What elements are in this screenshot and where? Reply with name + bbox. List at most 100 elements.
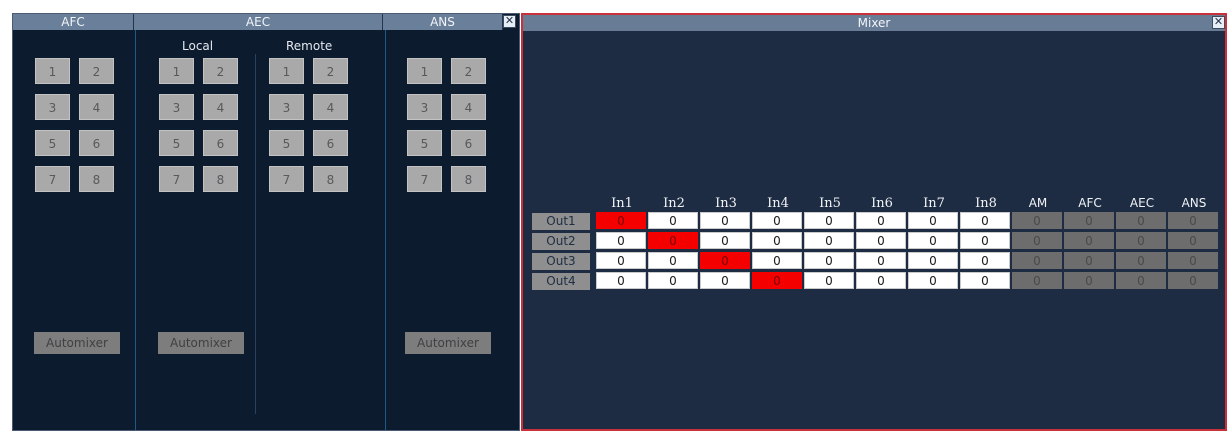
mixer-cell[interactable]: 0 [596, 232, 646, 249]
channel-button[interactable]: 6 [451, 130, 486, 156]
mixer-cell[interactable]: 0 [960, 272, 1010, 289]
column-header: In2 [663, 196, 685, 211]
channel-button[interactable]: 5 [269, 130, 304, 156]
mixer-cell[interactable]: 0 [700, 272, 750, 289]
mixer-cell[interactable]: 0 [856, 212, 906, 229]
mixer-cell[interactable]: 0 [648, 212, 698, 229]
mixer-cell: 0 [1012, 252, 1062, 269]
mixer-cell[interactable]: 0 [700, 252, 750, 269]
mixer-cell[interactable]: 0 [856, 272, 906, 289]
channel-button[interactable]: 4 [451, 94, 486, 120]
close-icon[interactable]: ✕ [1212, 16, 1225, 29]
channel-button[interactable]: 6 [203, 130, 238, 156]
aec-header: AEC [134, 14, 383, 30]
channel-button[interactable]: 3 [35, 94, 70, 120]
column-header: In8 [975, 196, 997, 211]
mixer-cell: 0 [1012, 232, 1062, 249]
row-label[interactable]: Out1 [532, 213, 590, 230]
mixer-cell: 0 [1064, 232, 1114, 249]
processing-panel: AFC AEC ANS ✕ Local Remote 12345678 1234… [12, 13, 520, 431]
afc-automixer-button[interactable]: Automixer [34, 332, 120, 354]
channel-button[interactable]: 7 [269, 166, 304, 192]
mixer-cell[interactable]: 0 [908, 252, 958, 269]
mixer-cell[interactable]: 0 [752, 232, 802, 249]
channel-button[interactable]: 3 [159, 94, 194, 120]
mixer-cell[interactable]: 0 [804, 212, 854, 229]
mixer-cell[interactable]: 0 [648, 252, 698, 269]
channel-button[interactable]: 4 [313, 94, 348, 120]
channel-button[interactable]: 7 [159, 166, 194, 192]
column-header: In7 [923, 196, 945, 211]
mixer-cell[interactable]: 0 [752, 252, 802, 269]
aec-automixer-button[interactable]: Automixer [158, 332, 244, 354]
aec-local-label: Local [182, 39, 214, 53]
mixer-cell: 0 [1064, 272, 1114, 289]
mixer-cell[interactable]: 0 [804, 252, 854, 269]
mixer-cell[interactable]: 0 [804, 232, 854, 249]
mixer-cell[interactable]: 0 [596, 212, 646, 229]
mixer-cell[interactable]: 0 [856, 252, 906, 269]
mixer-cell[interactable]: 0 [960, 232, 1010, 249]
mixer-cell[interactable]: 0 [856, 232, 906, 249]
mixer-cell: 0 [1116, 272, 1166, 289]
row-label[interactable]: Out2 [532, 233, 590, 250]
channel-button[interactable]: 8 [79, 166, 114, 192]
channel-button[interactable]: 5 [159, 130, 194, 156]
channel-button[interactable]: 6 [313, 130, 348, 156]
channel-button[interactable]: 4 [79, 94, 114, 120]
row-label[interactable]: Out4 [532, 273, 590, 290]
mixer-cell[interactable]: 0 [648, 272, 698, 289]
mixer-cell[interactable]: 0 [648, 232, 698, 249]
divider [385, 30, 386, 430]
channel-button[interactable]: 2 [451, 58, 486, 84]
mixer-cell[interactable]: 0 [752, 212, 802, 229]
mixer-cell[interactable]: 0 [908, 232, 958, 249]
column-header: AEC [1129, 196, 1155, 210]
mixer-cell: 0 [1012, 212, 1062, 229]
channel-button[interactable]: 3 [407, 94, 442, 120]
channel-button[interactable]: 1 [159, 58, 194, 84]
channel-button[interactable]: 1 [35, 58, 70, 84]
channel-button[interactable]: 3 [269, 94, 304, 120]
channel-button[interactable]: 7 [35, 166, 70, 192]
channel-button[interactable]: 1 [407, 58, 442, 84]
channel-button[interactable]: 5 [35, 130, 70, 156]
channel-button[interactable]: 8 [313, 166, 348, 192]
channel-button[interactable]: 2 [203, 58, 238, 84]
mixer-cell: 0 [1064, 252, 1114, 269]
mixer-cell: 0 [1116, 232, 1166, 249]
ans-header: ANS [383, 14, 503, 30]
aec-remote-label: Remote [286, 39, 333, 53]
channel-button[interactable]: 4 [203, 94, 238, 120]
column-header: In3 [715, 196, 737, 211]
mixer-cell[interactable]: 0 [960, 252, 1010, 269]
mixer-cell[interactable]: 0 [752, 272, 802, 289]
channel-button[interactable]: 8 [451, 166, 486, 192]
channel-button[interactable]: 2 [313, 58, 348, 84]
mixer-cell: 0 [1116, 252, 1166, 269]
mixer-cell[interactable]: 0 [700, 232, 750, 249]
mixer-cell: 0 [1012, 272, 1062, 289]
divider [135, 30, 136, 430]
mixer-cell[interactable]: 0 [596, 252, 646, 269]
ans-automixer-button[interactable]: Automixer [405, 332, 491, 354]
mixer-header: Mixer [523, 15, 1225, 31]
mixer-cell[interactable]: 0 [960, 212, 1010, 229]
column-header: In4 [767, 196, 789, 211]
close-icon[interactable]: ✕ [503, 15, 516, 28]
channel-button[interactable]: 6 [79, 130, 114, 156]
column-header: In5 [819, 196, 841, 211]
column-header: AM [1028, 196, 1048, 210]
channel-button[interactable]: 7 [407, 166, 442, 192]
channel-button[interactable]: 8 [203, 166, 238, 192]
mixer-cell[interactable]: 0 [700, 212, 750, 229]
row-label[interactable]: Out3 [532, 253, 590, 270]
mixer-cell[interactable]: 0 [908, 272, 958, 289]
mixer-cell[interactable]: 0 [804, 272, 854, 289]
mixer-cell[interactable]: 0 [596, 272, 646, 289]
mixer-panel: Mixer ✕ In1 In2 In3 In4 In5 In6 In7 In8 AM AFC AEC… [521, 13, 1227, 431]
channel-button[interactable]: 5 [407, 130, 442, 156]
channel-button[interactable]: 1 [269, 58, 304, 84]
channel-button[interactable]: 2 [79, 58, 114, 84]
mixer-cell[interactable]: 0 [908, 212, 958, 229]
